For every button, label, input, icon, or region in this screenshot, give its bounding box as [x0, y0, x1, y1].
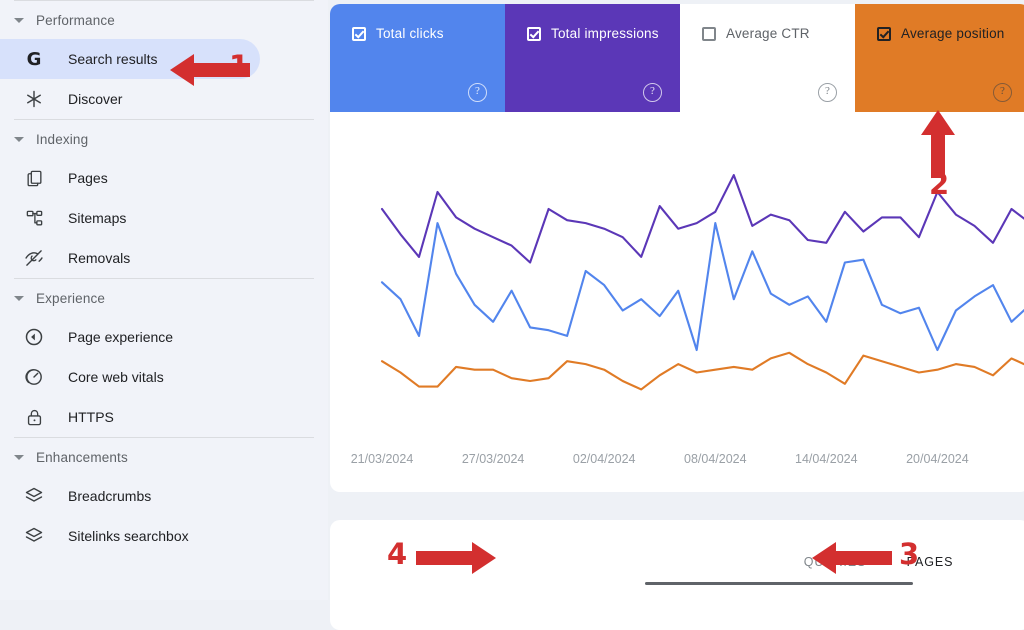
- x-axis-tick-label: 08/04/2024: [684, 452, 747, 466]
- help-icon[interactable]: ?: [643, 83, 662, 102]
- tab-pages-underline: [645, 582, 913, 585]
- chart-series-average-position: [380, 351, 1024, 391]
- metric-label: Average position: [901, 26, 1005, 41]
- sidebar-item-label: Breadcrumbs: [68, 488, 152, 504]
- help-icon[interactable]: ?: [818, 83, 837, 102]
- sitemap-tree-icon: [22, 206, 46, 230]
- sidebar-section-label: Experience: [36, 290, 106, 306]
- sidebar-section-performance[interactable]: Performance: [0, 1, 328, 39]
- sidebar-item-page-experience[interactable]: Page experience: [0, 317, 328, 357]
- metric-checkbox-total-impressions[interactable]: [527, 26, 541, 41]
- performance-chart-card: Total clicks? Total impressions? Average C…: [330, 4, 1024, 492]
- sidebar-item-label: Core web vitals: [68, 369, 164, 385]
- annotation-number-1: 1: [229, 49, 250, 83]
- sidebar-item-label: Sitelinks searchbox: [68, 528, 189, 544]
- pages-copy-icon: [22, 166, 46, 190]
- chart-series-total-clicks: [380, 222, 1024, 352]
- sidebar-item-label: Pages: [68, 170, 108, 186]
- x-axis-tick-label: 27/03/2024: [461, 452, 525, 466]
- metric-average-ctr[interactable]: Average CTR?: [680, 4, 855, 112]
- annotation-number-3: 3: [899, 537, 920, 571]
- x-axis-tick-label: 14/04/2024: [795, 452, 858, 466]
- layers-icon: [22, 484, 46, 508]
- sidebar-item-core-web-vitals[interactable]: Core web vitals: [0, 357, 328, 397]
- metric-average-position[interactable]: Average position?: [855, 4, 1024, 112]
- sidebar-section-label: Enhancements: [36, 449, 128, 465]
- chart-series-total-impressions: [380, 174, 1024, 264]
- sidebar-item-discover[interactable]: Discover: [0, 79, 328, 119]
- metric-label: Total clicks: [376, 26, 444, 41]
- chevron-down-icon: [14, 454, 24, 460]
- metric-total-impressions[interactable]: Total impressions?: [505, 4, 680, 112]
- sidebar-item-removals[interactable]: Removals: [0, 238, 328, 278]
- chevron-down-icon: [14, 136, 24, 142]
- sidebar-section-enhancements[interactable]: Enhancements: [0, 438, 328, 476]
- asterisk-icon: [22, 87, 46, 111]
- sidebar-item-label: Sitemaps: [68, 210, 127, 226]
- sidebar-item-label: Page experience: [68, 329, 174, 345]
- metric-checkbox-average-position[interactable]: [877, 26, 891, 41]
- metric-total-clicks[interactable]: Total clicks?: [330, 4, 505, 112]
- sidebar-section-experience[interactable]: Experience: [0, 279, 328, 317]
- sidebar-item-label: Discover: [68, 91, 123, 107]
- sidebar-item-sitemaps[interactable]: Sitemaps: [0, 198, 328, 238]
- chevron-down-icon: [14, 295, 24, 301]
- chevron-down-icon: [14, 17, 24, 23]
- annotation-arrow-4: [416, 542, 496, 574]
- help-icon[interactable]: ?: [993, 83, 1012, 102]
- annotation-arrow-3: [812, 542, 892, 574]
- metric-checkbox-total-clicks[interactable]: [352, 26, 366, 41]
- layers-icon: [22, 524, 46, 548]
- help-icon[interactable]: ?: [468, 83, 487, 102]
- x-axis-tick-label: 21/03/2024: [350, 452, 414, 466]
- sidebar-item-breadcrumbs[interactable]: Breadcrumbs: [0, 476, 328, 516]
- speedometer-icon: [22, 365, 46, 389]
- sidebar-item-label: HTTPS: [68, 409, 114, 425]
- chart-x-axis: 21/03/2024 27/03/2024 02/04/2024 08/04/2024…: [330, 452, 1024, 472]
- metric-label: Total impressions: [551, 26, 659, 41]
- lock-icon: [22, 405, 46, 429]
- google-g-icon: G: [26, 48, 42, 70]
- x-axis-tick-label: 20/04/2024: [906, 452, 969, 466]
- sidebar-section-label: Performance: [36, 12, 115, 28]
- x-axis-tick-label: 02/04/2024: [572, 452, 636, 466]
- metric-checkbox-average-ctr[interactable]: [702, 26, 716, 41]
- page-experience-icon: [22, 325, 46, 349]
- sidebar-item-label: Search results: [68, 51, 158, 67]
- sidebar-navigation: Performance G Search results Discover Indexi…: [0, 0, 328, 600]
- eye-off-icon: [22, 246, 46, 270]
- metric-cards-row: Total clicks? Total impressions? Average C…: [330, 4, 1024, 112]
- sidebar-item-sitelinks-searchbox[interactable]: Sitelinks searchbox: [0, 516, 328, 556]
- search-console-performance-page: Performance G Search results Discover Indexi…: [0, 0, 1024, 630]
- sidebar-item-https[interactable]: HTTPS: [0, 397, 328, 437]
- sidebar-item-pages[interactable]: Pages: [0, 158, 328, 198]
- annotation-number-4: 4: [387, 537, 408, 571]
- sidebar-section-label: Indexing: [36, 131, 89, 147]
- sidebar-item-label: Removals: [68, 250, 131, 266]
- metric-label: Average CTR: [726, 26, 810, 41]
- sidebar-section-indexing[interactable]: Indexing: [0, 120, 328, 158]
- annotation-number-2: 2: [929, 167, 950, 201]
